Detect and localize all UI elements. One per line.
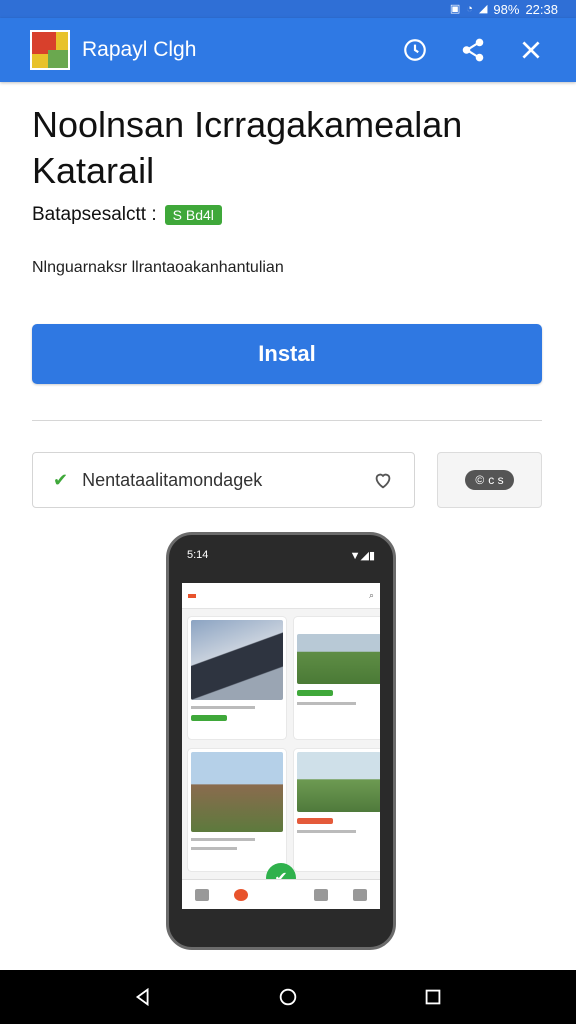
- phone-card-image: [191, 620, 283, 700]
- phone-clock: 5:14: [187, 549, 209, 561]
- phone-card-image: [191, 752, 283, 832]
- side-pill: © c s: [465, 470, 514, 490]
- info-card-label: Nentataalitamondagek: [82, 469, 263, 490]
- battery-level: 98%: [493, 1, 520, 17]
- phone-card: [294, 617, 380, 739]
- signal-icon: ◢: [478, 2, 488, 15]
- phone-app-header: ⌕: [182, 583, 380, 609]
- home-button[interactable]: [268, 977, 308, 1017]
- phone-status-bar: 5:14 ▼◢▮: [187, 549, 375, 565]
- wifi-icon: ◔: [466, 2, 473, 15]
- clock: 22:38: [525, 1, 558, 17]
- heart-icon[interactable]: [372, 469, 394, 491]
- history-button[interactable]: [386, 21, 444, 79]
- notification-icon: ▣: [449, 2, 461, 15]
- app-logo: [30, 30, 70, 70]
- app-title: Rapayl Clgh: [82, 38, 197, 61]
- close-icon: [522, 41, 540, 59]
- divider: [32, 420, 542, 421]
- side-pill-label: c s: [488, 473, 504, 487]
- close-button[interactable]: [502, 21, 560, 79]
- page-title: Noolnsan Icrragakamealan Katarail: [32, 104, 463, 191]
- side-card[interactable]: © c s: [437, 452, 542, 508]
- phone-content-grid: [182, 609, 380, 871]
- recents-icon: [425, 989, 441, 1005]
- phone-status-icons: ▼◢▮: [349, 550, 375, 562]
- meta-label: Batapsesalctt :: [32, 204, 157, 225]
- phone-card: [294, 749, 380, 871]
- phone-bottom-nav: [182, 879, 380, 909]
- check-icon: ✔: [53, 469, 69, 490]
- info-card[interactable]: ✔ Nentataalitamondagek: [32, 452, 415, 508]
- phone-app-logo: [188, 593, 196, 598]
- phone-mockup: 5:14 ▼◢▮ ⌕: [166, 532, 396, 950]
- home-circle-icon: [279, 988, 297, 1006]
- install-button[interactable]: Instal: [32, 324, 542, 384]
- home-icon: [194, 888, 209, 901]
- recents-button[interactable]: [413, 977, 453, 1017]
- meta-row: Batapsesalctt : S Bd4l: [32, 204, 222, 226]
- gallery-icon: [313, 888, 328, 901]
- phone-screen: ⌕: [182, 583, 380, 909]
- app-bar: Rapayl Clgh: [0, 18, 576, 82]
- share-icon: [462, 38, 484, 62]
- back-button[interactable]: [123, 977, 163, 1017]
- user-icon: [353, 888, 368, 901]
- back-icon: [135, 987, 149, 1007]
- status-bar: ▣ ◔ ◢ 98% 22:38: [0, 0, 576, 18]
- status-badge: S Bd4l: [164, 205, 222, 225]
- description: Nlnguarnaksr llrantaoakanhantulian: [32, 259, 284, 276]
- phone-card-image: [297, 634, 380, 684]
- phone-card: [188, 749, 286, 871]
- profile-icon: [234, 888, 249, 901]
- phone-card: [188, 617, 286, 739]
- screen: ▣ ◔ ◢ 98% 22:38 Rapayl Clgh Noolnsan Icr…: [0, 0, 576, 1024]
- phone-card-image: [297, 752, 380, 812]
- search-icon: ⌕: [368, 590, 374, 600]
- share-button[interactable]: [444, 21, 502, 79]
- history-icon: [404, 39, 426, 61]
- system-nav-bar: [0, 970, 576, 1024]
- circle-icon: ©: [475, 473, 485, 487]
